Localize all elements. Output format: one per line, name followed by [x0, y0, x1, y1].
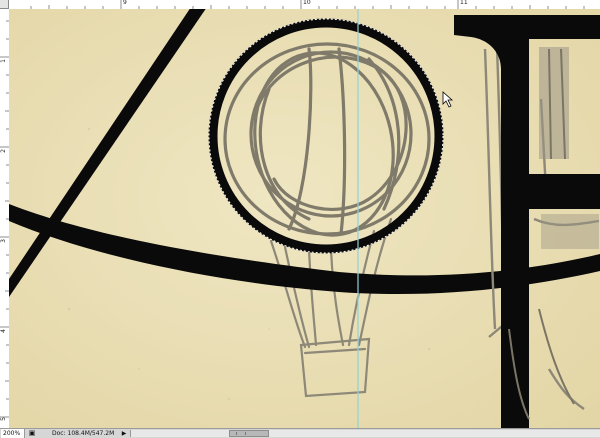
- ruler-label: 10: [303, 0, 311, 6]
- ruler-label: 4: [0, 329, 7, 333]
- scrollbar-thumb[interactable]: [229, 430, 269, 437]
- ruler-ticks: [0, 20, 9, 418]
- ruler-label: 11: [460, 0, 468, 6]
- ruler-label: 3: [0, 239, 7, 243]
- status-bar: 200% ▣ Doc: 108.4M/547.2M ▶: [0, 428, 600, 438]
- status-menu-arrow-icon[interactable]: ▶: [120, 429, 128, 438]
- ruler-origin[interactable]: [0, 0, 9, 9]
- horizontal-scrollbar[interactable]: [130, 430, 600, 437]
- document-size-info[interactable]: Doc: 108.4M/547.2M: [52, 429, 118, 438]
- ruler-label: 1: [0, 59, 7, 63]
- ruler-label: 5: [0, 417, 7, 421]
- artwork: [9, 7, 600, 428]
- zoom-field[interactable]: 200%: [1, 429, 25, 438]
- navigator-icon[interactable]: ▣: [27, 429, 37, 438]
- scrollbar-grip-icon: [236, 432, 246, 435]
- ruler-label: 2: [0, 149, 7, 153]
- document-canvas[interactable]: [9, 7, 600, 428]
- ruler-label: 9: [123, 0, 127, 6]
